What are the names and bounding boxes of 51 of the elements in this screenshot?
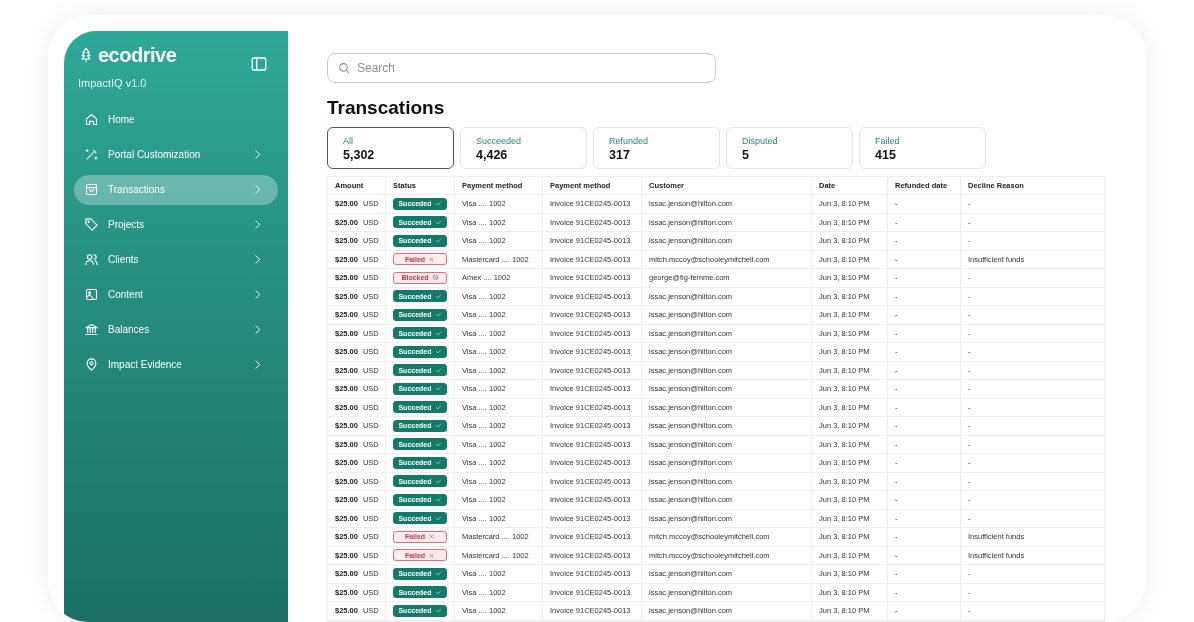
check-icon [434, 514, 442, 522]
bag-icon [84, 182, 99, 197]
sidebar-item[interactable]: Balances [74, 314, 278, 345]
bank-icon [84, 322, 99, 337]
sidebar-item[interactable]: Home [74, 104, 278, 135]
filter-tab[interactable]: Failed 415 [859, 127, 986, 169]
check-icon [434, 348, 442, 356]
check-icon [434, 292, 442, 300]
sidebar-item[interactable]: Clients [74, 244, 278, 275]
filter-tab[interactable]: All 5,302 [327, 127, 454, 169]
app-version: ImpactIQ v1.0 [78, 76, 148, 91]
search-icon [337, 61, 351, 75]
check-icon [434, 422, 442, 430]
check-icon [434, 477, 442, 485]
check-icon [434, 570, 442, 578]
check-icon [434, 403, 442, 411]
page-title: Transcations [327, 96, 446, 120]
wand-icon [84, 147, 99, 162]
sidebar-item[interactable]: Transactions [74, 174, 278, 205]
users-icon [84, 252, 99, 267]
image-icon [84, 287, 99, 302]
brand-name: ecodrive [98, 45, 177, 65]
check-icon [434, 329, 442, 337]
check-icon [434, 459, 442, 467]
home-icon [84, 112, 99, 127]
check-icon [434, 237, 442, 245]
close-icon [428, 255, 436, 263]
check-icon [434, 218, 442, 226]
check-icon [434, 496, 442, 504]
sidebar-toggle-icon[interactable] [250, 55, 268, 73]
check-icon [434, 385, 442, 393]
close-icon [428, 551, 436, 559]
check-icon [434, 200, 442, 208]
check-icon [434, 311, 442, 319]
filter-tab[interactable]: Succeeded 4,426 [460, 127, 587, 169]
tree-logo-icon [78, 45, 94, 65]
search-field[interactable]: Search [327, 53, 716, 83]
sidebar-item[interactable]: Impact Evidence [74, 349, 278, 380]
sidebar-item[interactable]: Content [74, 279, 278, 310]
tag-icon [84, 217, 99, 232]
location-pin-icon [84, 357, 99, 372]
sidebar-item[interactable]: Projects [74, 209, 278, 240]
check-icon [434, 440, 442, 448]
check-icon [434, 366, 442, 374]
filter-tab[interactable]: Disputed 5 [726, 127, 853, 169]
check-icon [434, 588, 442, 596]
check-icon [434, 607, 442, 615]
blocked-icon [431, 274, 439, 282]
sidebar-item[interactable]: Portal Customization [74, 139, 278, 170]
close-icon [428, 533, 436, 541]
filter-tab[interactable]: Refunded 317 [593, 127, 720, 169]
